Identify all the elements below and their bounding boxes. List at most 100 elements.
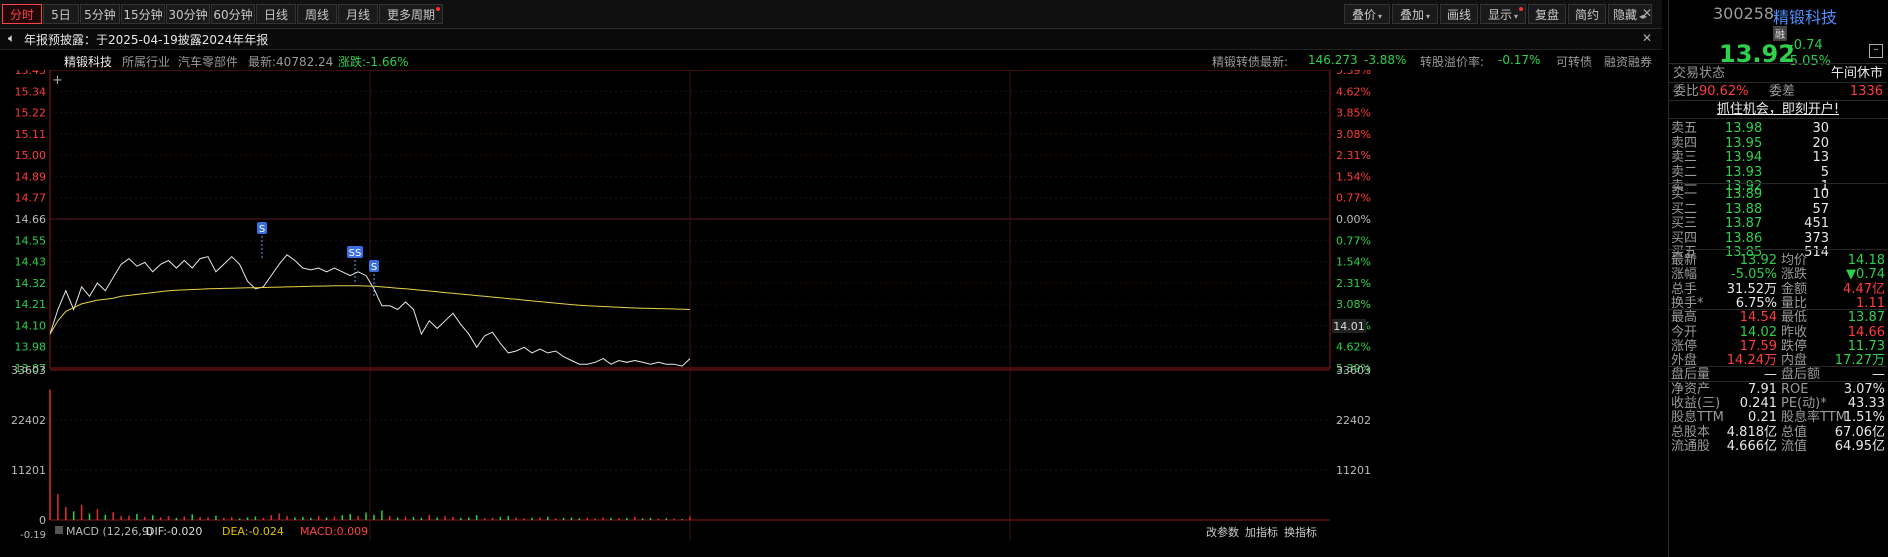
vol-tick-right: 22402 (1336, 414, 1371, 427)
intraday-chart[interactable]: 15.45 5.39% 15.34 4.62% 15.22 3.85% 15.11 3.08%… (0, 70, 1662, 557)
stock-code: 300258 (1713, 4, 1775, 23)
trade-status-row: 交易状态 午间休市 (1669, 64, 1887, 83)
y-tick-left: 14.77 (15, 192, 47, 205)
vol-tick-right: 33603 (1336, 364, 1371, 377)
stock-info-bar: 精锻科技 所属行业 汽车零部件 最新:40782.24 涨跌:-1.66% 精锻… (0, 50, 1662, 70)
panel-chg: -0.74 (1789, 38, 1823, 53)
tool-button-0[interactable]: 叠价 ▾ (1344, 4, 1390, 24)
premium-value: -0.17% (1498, 53, 1541, 67)
index-change: 涨跌:-1.66% (338, 55, 409, 69)
indicator-link-2: 换指标 (1284, 525, 1317, 539)
bond-latest: 146.273 (1308, 53, 1358, 67)
y-tick-right: 4.62% (1336, 341, 1371, 354)
period-tab-7[interactable]: 周线 (297, 4, 337, 24)
macd-label: MACD (12,26,9) (66, 525, 153, 538)
period-tab-8[interactable]: 月线 (338, 4, 378, 24)
chevron-down-icon: ▾ (1514, 12, 1519, 21)
indicator-link-0: 改参数 (1206, 525, 1239, 539)
index-latest: 最新:40782.24 (248, 55, 334, 69)
notice-bar: 🔈︎ 年报预披露：于2025-04-19披露2024年年报 ✕ (0, 29, 1662, 50)
tool-button-5[interactable]: 简约 (1568, 4, 1606, 24)
collapse-icon[interactable]: – (1869, 44, 1883, 58)
quote-panel: 300258 精锻科技 融 13.92 -0.74 -5.05% – 交易状态午… (1668, 0, 1888, 557)
stat-label-a: 流通股 (1671, 438, 1711, 454)
stock-name: 精锻科技 (64, 55, 113, 69)
order-ratio-row: 委比 90.62% 委差 1336 (1669, 82, 1887, 101)
ratio-label: 委比 (1673, 84, 1700, 99)
tool-button-3[interactable]: 显示 ▾ (1480, 4, 1526, 24)
y-tick-left: 14.66 (15, 213, 47, 226)
stat-value-a: 4.666亿 (1726, 438, 1777, 454)
industry-value[interactable]: 汽车零部件 (178, 53, 238, 70)
panel-stock-name[interactable]: 精锻科技 (1773, 4, 1837, 28)
y-tick-left: 14.32 (15, 277, 47, 290)
close-icon[interactable]: ✕ (1642, 6, 1652, 20)
diff-label: 委差 (1769, 84, 1796, 99)
price-tag: 14.01 (1333, 320, 1365, 333)
y-tick-right: 0.00% (1336, 213, 1371, 226)
y-tick-left: 13.98 (15, 341, 47, 354)
macd-tick: -0.19 (20, 530, 46, 541)
notice-text[interactable]: 年报预披露：于2025-04-19披露2024年年报 (24, 31, 268, 48)
period-tab-4[interactable]: 30分钟 (166, 4, 210, 24)
period-tab-2[interactable]: 5分钟 (80, 4, 120, 24)
signal-marker-label: SS (349, 248, 362, 259)
diff-value: 1336 (1849, 84, 1883, 99)
y-tick-right: 1.54% (1336, 170, 1371, 183)
y-tick-left: 15.22 (15, 107, 47, 120)
divider (1669, 249, 1887, 250)
premium-label: 转股溢价率: (1420, 55, 1485, 69)
status-value: 午间休市 (1830, 66, 1883, 81)
period-tab-5[interactable]: 60分钟 (211, 4, 255, 24)
period-toolbar: 分时 5日 5分钟 15分钟 30分钟 60分钟 日线 周线 月线 更多周期 叠价 ▾ 叠加 ▾ 画线 显示 ▾… (0, 0, 1662, 29)
y-tick-left: 15.11 (15, 128, 47, 141)
stat-value-b: 64.95亿 (1834, 438, 1885, 454)
y-tick-right: 3.08% (1336, 298, 1371, 311)
period-tab-9[interactable]: 更多周期 (379, 4, 443, 24)
stat-row: 流通股 4.666亿 流值 64.95亿 (1669, 437, 1887, 456)
chevron-down-icon: ▾ (1378, 12, 1383, 21)
period-tab-0[interactable]: 分时 (2, 4, 42, 24)
signal-marker-label: S (371, 262, 377, 273)
vol-tick-left: 0 (39, 514, 46, 527)
y-tick-right: 2.31% (1336, 149, 1371, 162)
signal-marker-label: S (259, 224, 265, 235)
close-notice-icon[interactable]: ✕ (1642, 31, 1652, 45)
y-tick-left: 14.10 (15, 319, 47, 332)
macd-toggle-icon[interactable] (55, 526, 63, 534)
vol-tick-left: 33603 (11, 364, 46, 377)
promo-row: 抓住机会，即刻开户! (1669, 100, 1887, 119)
period-tab-3[interactable]: 15分钟 (121, 4, 165, 24)
y-tick-left: 14.55 (15, 234, 47, 247)
vol-tick-left: 22402 (11, 414, 46, 427)
status-label: 交易状态 (1673, 66, 1726, 81)
y-tick-right: 4.62% (1336, 85, 1371, 98)
y-tick-right: 5.39% (1336, 70, 1371, 77)
y-tick-right: 3.85% (1336, 107, 1371, 120)
convertible-link[interactable]: 可转债 (1556, 53, 1592, 70)
indicator-link-1: 加指标 (1245, 525, 1278, 539)
margin-badge: 融 (1773, 26, 1787, 41)
new-dot-icon (1519, 7, 1523, 11)
vol-tick-left: 11201 (11, 464, 46, 477)
chevron-down-icon: ▾ (1426, 12, 1431, 21)
tool-button-1[interactable]: 叠加 ▾ (1392, 4, 1438, 24)
margin-link[interactable]: 融资融券 (1604, 53, 1652, 70)
divider (1669, 183, 1887, 184)
y-tick-left: 14.21 (15, 298, 47, 311)
period-tab-1[interactable]: 5日 (43, 4, 79, 24)
y-tick-right: 2.31% (1336, 277, 1371, 290)
y-tick-left: 14.89 (15, 170, 47, 183)
bond-latest-label: 精锻转债最新: (1212, 55, 1289, 69)
speaker-icon: 🔈︎ (8, 31, 16, 45)
y-tick-right: 0.77% (1336, 192, 1371, 205)
y-tick-left: 15.00 (15, 149, 47, 162)
tool-button-4[interactable]: 复盘 (1528, 4, 1566, 24)
promo-link[interactable]: 抓住机会，即刻开户! (1669, 100, 1887, 119)
macd-dif: DIF:-0.020 (146, 525, 202, 538)
tool-button-2[interactable]: 画线 (1440, 4, 1478, 24)
y-tick-right: 0.77% (1336, 234, 1371, 247)
period-tab-6[interactable]: 日线 (256, 4, 296, 24)
y-tick-right: 1.54% (1336, 256, 1371, 269)
vol-tick-right: 11201 (1336, 464, 1371, 477)
